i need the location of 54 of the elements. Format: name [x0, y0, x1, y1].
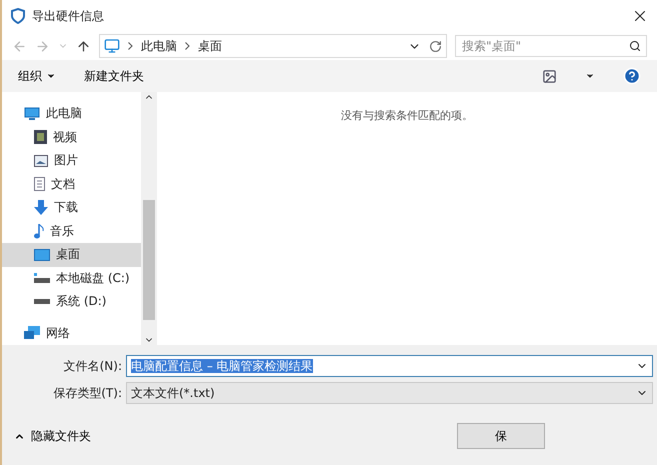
sidebar-item[interactable]: 网络	[2, 322, 141, 345]
sidebar-item[interactable]: 文档	[2, 172, 141, 196]
view-icon[interactable]	[542, 68, 557, 84]
computer-icon	[24, 106, 40, 121]
sidebar-item[interactable]: 系统 (D:)	[2, 290, 141, 314]
organize-menu[interactable]: 组织	[18, 68, 56, 84]
document-icon	[34, 177, 45, 192]
desktop-icon	[34, 248, 50, 261]
address-bar[interactable]: 此电脑 桌面	[99, 34, 447, 58]
shield-logo-icon	[10, 8, 26, 24]
sidebar-item[interactable]: 本地磁盘 (C:)	[2, 266, 141, 290]
filename-label: 文件名(N):	[62, 358, 122, 374]
breadcrumb[interactable]: 桌面	[198, 38, 222, 54]
window-title: 导出硬件信息	[32, 8, 105, 24]
sidebar-item[interactable]: 图片	[2, 149, 141, 172]
system-drive-icon	[34, 273, 50, 284]
film-icon	[34, 130, 47, 144]
breadcrumb[interactable]: 此电脑	[141, 38, 177, 54]
picture-icon	[34, 154, 48, 167]
file-type-label: 保存类型(T):	[52, 384, 122, 402]
download-arrow-icon	[34, 200, 48, 216]
filename-field[interactable]: 电脑配置信息 – 电脑管家检测结果	[126, 355, 653, 377]
help-icon[interactable]	[623, 67, 641, 85]
sidebar-item[interactable]: 桌面	[2, 243, 141, 266]
sidebar-label: 此电脑	[46, 105, 82, 122]
breadcrumb-chevron-icon	[185, 42, 190, 50]
new-folder-button[interactable]: 新建文件夹	[84, 68, 144, 84]
drive-icon	[34, 299, 50, 304]
computer-icon	[104, 38, 120, 54]
sidebar-label: 系统 (D:)	[56, 293, 106, 310]
search-icon	[629, 40, 641, 52]
search-field[interactable]: 搜索"桌面"	[455, 35, 647, 57]
breadcrumb-chevron-icon	[128, 42, 133, 50]
sidebar-item[interactable]: 此电脑	[2, 102, 141, 126]
sidebar-label: 图片	[54, 152, 78, 170]
sidebar-item[interactable]: 视频	[2, 126, 141, 149]
network-icon	[24, 326, 40, 340]
scroll-thumb[interactable]	[143, 200, 155, 320]
sidebar-label: 下载	[54, 199, 78, 216]
music-note-icon	[34, 224, 44, 239]
file-type-dropdown[interactable]: 文本文件(*.txt)	[126, 382, 653, 404]
save-button[interactable]: 保	[457, 423, 545, 449]
up-icon[interactable]	[76, 38, 91, 54]
empty-message: 没有与搜索条件匹配的项。	[341, 108, 473, 122]
refresh-icon[interactable]	[429, 40, 442, 52]
sidebar-label: 文档	[51, 176, 75, 193]
sidebar-label: 网络	[46, 324, 70, 342]
sidebar-label: 音乐	[50, 222, 74, 240]
sidebar-label: 本地磁盘 (C:)	[56, 270, 130, 287]
sidebar-item[interactable]: 音乐	[2, 220, 141, 243]
sidebar-label: 桌面	[56, 246, 80, 264]
sidebar-item[interactable]: 下载	[2, 196, 141, 220]
sidebar-label: 视频	[53, 128, 77, 146]
hide-folders-toggle[interactable]: 隐藏文件夹	[14, 428, 91, 444]
